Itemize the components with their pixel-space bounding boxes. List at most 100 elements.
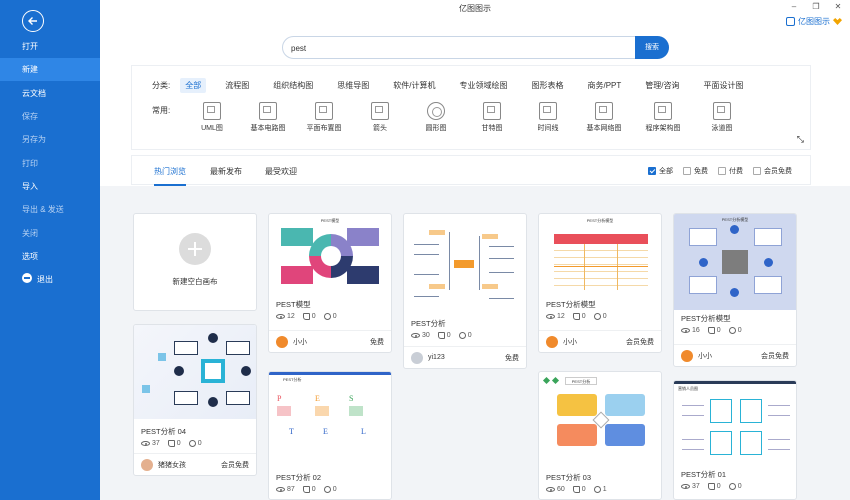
sidebar-item-label: 保存 xyxy=(22,112,38,121)
card-title: PEST模型 xyxy=(276,300,311,309)
common-arrow[interactable]: 箭头 xyxy=(352,102,408,133)
author-name: 小小 xyxy=(698,352,712,360)
thumbs-up-icon xyxy=(707,483,715,490)
category-org-chart[interactable]: 组织结构图 xyxy=(268,78,318,93)
network-icon xyxy=(595,102,613,120)
new-blank-label: 新建空白画布 xyxy=(172,277,218,286)
avatar xyxy=(546,335,558,348)
author-name: yi123 xyxy=(428,354,445,361)
template-card[interactable]: 营销人员图 PEST分析 01 37 0 0 xyxy=(673,380,797,500)
common-item-label: 泳道图 xyxy=(711,125,733,132)
search-input[interactable] xyxy=(291,41,621,55)
comment-icon xyxy=(728,483,736,490)
common-circle-chart[interactable]: 圆形图 xyxy=(408,102,464,133)
restore-icon[interactable]: ❐ xyxy=(810,2,822,11)
close-icon[interactable]: ✕ xyxy=(832,2,844,11)
category-graphic-design[interactable]: 平面设计图 xyxy=(698,78,748,93)
category-management[interactable]: 管理/咨询 xyxy=(640,78,684,93)
category-software[interactable]: 软件/计算机 xyxy=(388,78,440,93)
common-timeline[interactable]: 时间线 xyxy=(520,102,576,133)
card-title: PEST分析 03 xyxy=(546,473,592,482)
checkbox-checked[interactable] xyxy=(648,167,656,175)
sidebar-item-save-as[interactable]: 另存为 xyxy=(0,128,100,151)
tab-latest[interactable]: 最新发布 xyxy=(210,166,242,177)
common-templates: UML图 基本电路图 平面布置图 箭头 圆形图 甘特图 时间线 基本网络图 程序… xyxy=(184,102,750,133)
common-network[interactable]: 基本网络图 xyxy=(576,102,632,133)
common-floor-plan[interactable]: 平面布置图 xyxy=(296,102,352,133)
comments-count: 1 xyxy=(602,486,607,493)
search-button[interactable]: 搜索 xyxy=(635,36,669,59)
category-panel: 分类: 全部 流程图 组织结构图 思维导图 软件/计算机 专业领域绘图 图形表格… xyxy=(131,65,811,150)
card-title: PEST分析 01 xyxy=(681,470,727,479)
tab-popular[interactable]: 热门浏览 xyxy=(154,166,186,177)
new-blank-canvas-card[interactable]: 新建空白画布 xyxy=(133,213,257,311)
category-all[interactable]: 全部 xyxy=(180,78,207,93)
price-badge: 会员免费 xyxy=(761,352,789,360)
tab-most-liked[interactable]: 最受欢迎 xyxy=(265,166,297,177)
common-uml[interactable]: UML图 xyxy=(184,102,240,133)
account-button[interactable]: 亿图图示 xyxy=(786,16,842,27)
sidebar-item-new[interactable]: 新建 xyxy=(0,58,100,81)
sidebar-item-print[interactable]: 打印 xyxy=(0,152,100,175)
category-business-ppt[interactable]: 商务/PPT xyxy=(582,78,626,93)
sidebar-item-label: 打印 xyxy=(22,159,38,168)
template-card[interactable]: PEST分析模型 PEST分析模型 12 0 0 小小 会员免费 xyxy=(538,213,662,353)
filter-label: 免费 xyxy=(694,168,708,175)
filter-member-free[interactable]: 会员免费 xyxy=(753,166,792,176)
category-graphic-table[interactable]: 图形表格 xyxy=(526,78,568,93)
back-arrow-icon[interactable] xyxy=(22,10,44,32)
category-mind-map[interactable]: 思维导图 xyxy=(332,78,374,93)
sidebar-item-exit[interactable]: 退出 xyxy=(0,268,100,291)
views-count: 16 xyxy=(692,327,700,334)
template-card[interactable]: PEST分析 P E S T E L PEST分析 02 87 0 0 xyxy=(268,371,392,500)
template-card[interactable]: PEST模型 PEST模型 12 0 0 小小 免费 xyxy=(268,213,392,353)
sidebar-item-options[interactable]: 选项 xyxy=(0,245,100,268)
minimize-icon[interactable]: – xyxy=(788,2,800,11)
likes-count: 0 xyxy=(716,483,721,490)
template-card[interactable]: PEST分析 PEST分析 03 60 0 1 xyxy=(538,371,662,500)
comments-count: 0 xyxy=(602,313,607,320)
views-count: 12 xyxy=(287,313,295,320)
template-thumbnail: PEST分析 xyxy=(539,372,661,467)
category-professional[interactable]: 专业领域绘图 xyxy=(454,78,512,93)
timeline-icon xyxy=(539,102,557,120)
expand-icon[interactable]: ⤡ xyxy=(797,134,804,145)
thumbs-up-icon xyxy=(302,486,310,493)
eye-icon xyxy=(276,487,285,492)
filter-all[interactable]: 全部 xyxy=(648,166,673,176)
common-item-label: 基本电路图 xyxy=(250,125,286,132)
sidebar-item-close[interactable]: 关闭 xyxy=(0,222,100,245)
avatar xyxy=(681,349,693,362)
template-card[interactable]: PEST分析模型 PEST分析模型 16 0 0 小小 会员免费 xyxy=(673,213,797,367)
common-program-arch[interactable]: 程序架构图 xyxy=(632,102,694,133)
eye-icon xyxy=(546,487,555,492)
filter-free[interactable]: 免费 xyxy=(683,166,708,176)
author-name: 猪猪女孩 xyxy=(158,461,186,469)
checkbox[interactable] xyxy=(718,167,726,175)
template-card[interactable]: PEST分析 04 37 0 0 猪猪女孩 会员免费 xyxy=(133,324,257,476)
category-flowchart[interactable]: 流程图 xyxy=(220,78,254,93)
filter-paid[interactable]: 付费 xyxy=(718,166,743,176)
common-swimlane[interactable]: 泳道图 xyxy=(694,102,750,133)
thumbnail-title: 营销人员图 xyxy=(678,386,698,391)
checkbox[interactable] xyxy=(753,167,761,175)
sidebar-item-save[interactable]: 保存 xyxy=(0,105,100,128)
likes-count: 0 xyxy=(176,440,181,447)
checkbox[interactable] xyxy=(683,167,691,175)
title-bar: 亿图图示 – ❐ ✕ xyxy=(100,0,850,18)
common-gantt[interactable]: 甘特图 xyxy=(464,102,520,133)
sidebar-item-cloud-docs[interactable]: 云文档 xyxy=(0,82,100,105)
common-item-label: 圆形图 xyxy=(425,125,447,132)
category-label: 分类: xyxy=(152,81,171,90)
card-footer: 小小 免费 xyxy=(269,330,391,352)
comments-count: 0 xyxy=(737,483,742,490)
card-stats: 12 0 0 xyxy=(539,310,661,320)
template-card[interactable]: PEST分析 30 0 0 yi123 免费 xyxy=(403,213,527,369)
sidebar-item-export-send[interactable]: 导出 & 发送 xyxy=(0,198,100,221)
card-title: PEST分析 04 xyxy=(141,427,187,436)
sidebar-item-open[interactable]: 打开 xyxy=(0,35,100,58)
sidebar-item-import[interactable]: 导入 xyxy=(0,175,100,198)
avatar xyxy=(276,335,288,348)
common-circuit[interactable]: 基本电路图 xyxy=(240,102,296,133)
thumbs-up-icon xyxy=(167,440,175,447)
